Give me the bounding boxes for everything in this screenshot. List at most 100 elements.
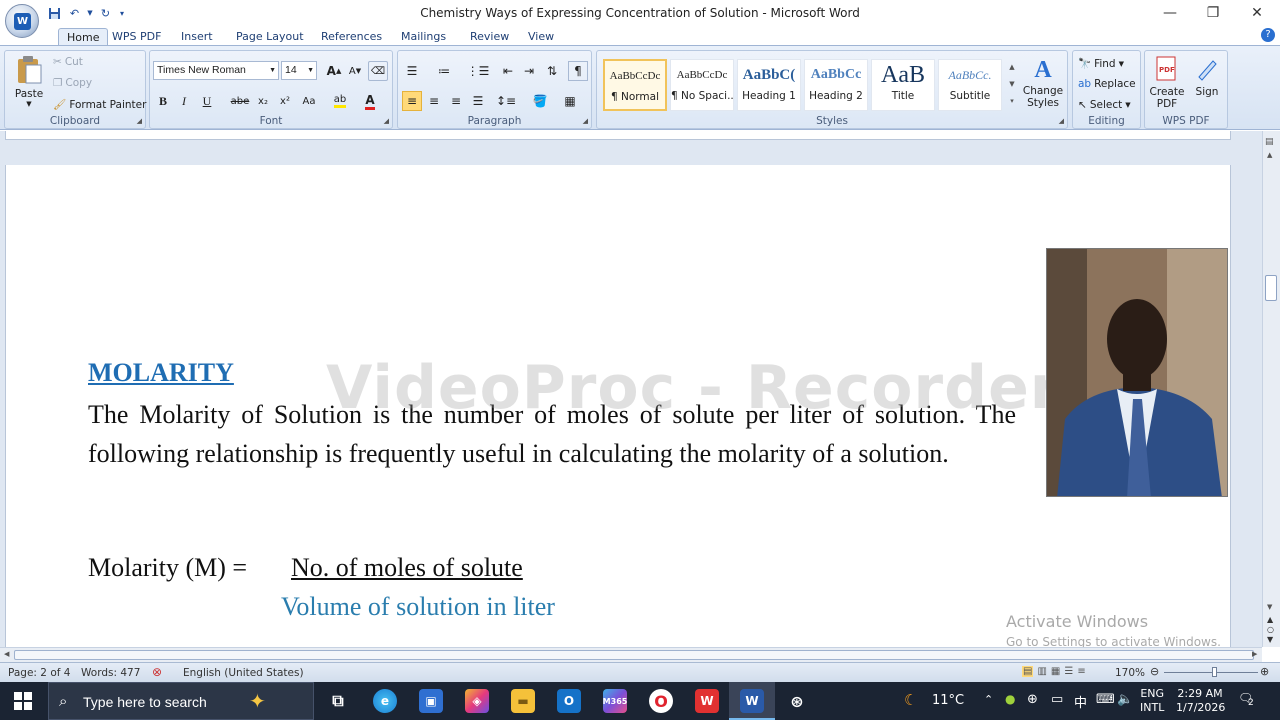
- show-marks-button[interactable]: ¶: [568, 61, 588, 81]
- language-switcher[interactable]: ENG INTL: [1140, 687, 1164, 715]
- scroll-up-icon[interactable]: ▲: [1267, 151, 1272, 159]
- paragraph-launcher-icon[interactable]: ◢: [583, 117, 588, 125]
- task-view-icon[interactable]: ⧉: [326, 689, 350, 713]
- justify-button[interactable]: ☰: [468, 91, 488, 111]
- create-pdf-button[interactable]: PDF Create PDF: [1149, 55, 1185, 110]
- bullets-button[interactable]: ☰: [402, 61, 422, 81]
- document-page[interactable]: MOLARITY The Molarity of Solution is the…: [5, 165, 1231, 649]
- clear-format-button[interactable]: ⌫: [368, 61, 388, 81]
- print-layout-view-icon[interactable]: ▤: [1022, 666, 1034, 677]
- language-indicator[interactable]: English (United States): [183, 667, 304, 679]
- style-title[interactable]: AaB Title: [871, 59, 935, 111]
- style-subtitle[interactable]: AaBbCc. Subtitle: [938, 59, 1002, 111]
- scroll-right-icon[interactable]: ▶: [1252, 650, 1257, 658]
- proofing-error-icon[interactable]: ⊗: [152, 665, 162, 679]
- outline-view-icon[interactable]: ☰: [1064, 666, 1073, 677]
- sort-button[interactable]: ⇅: [542, 61, 562, 81]
- subscript-button[interactable]: x₂: [253, 91, 273, 111]
- strikethrough-button[interactable]: abe: [230, 91, 250, 111]
- align-left-button[interactable]: ≡: [402, 91, 422, 111]
- vertical-scrollbar[interactable]: ▤ ▲ ▼ ▲ ○ ▼: [1262, 131, 1280, 647]
- shrink-font-button[interactable]: A ▼: [345, 61, 365, 81]
- select-button[interactable]: ↖ Select ▼: [1078, 99, 1131, 111]
- zoom-slider-track[interactable]: [1164, 672, 1258, 673]
- zoom-slider-thumb[interactable]: [1212, 667, 1217, 677]
- scroll-down-icon[interactable]: ▼: [1267, 603, 1272, 611]
- highlight-button[interactable]: ab: [330, 91, 350, 111]
- start-button[interactable]: [14, 692, 32, 713]
- network-icon[interactable]: ⊕: [1027, 692, 1038, 707]
- find-button[interactable]: 🔭 Find ▼: [1078, 57, 1124, 71]
- outlook-icon[interactable]: O: [557, 689, 581, 713]
- file-explorer-icon[interactable]: ▬: [511, 689, 535, 713]
- ime-icon[interactable]: 中: [1074, 692, 1087, 711]
- zoom-out-icon[interactable]: ⊖: [1150, 665, 1159, 678]
- weather-temperature[interactable]: 11°C: [932, 693, 964, 708]
- battery-icon[interactable]: ▭: [1051, 692, 1063, 707]
- close-button[interactable]: ✕: [1235, 0, 1279, 26]
- vertical-scroll-thumb[interactable]: [1265, 275, 1277, 301]
- bold-button[interactable]: B: [153, 91, 173, 111]
- opera-icon[interactable]: O: [649, 689, 673, 713]
- font-name-combo[interactable]: Times New Roman ▼: [153, 61, 279, 80]
- draft-view-icon[interactable]: ≡: [1077, 666, 1085, 677]
- taskbar-search-box[interactable]: ⌕ Type here to search ✦: [48, 682, 314, 720]
- web-layout-icon[interactable]: ▦: [1051, 666, 1060, 677]
- change-case-button[interactable]: Aa: [299, 91, 319, 111]
- m365-icon[interactable]: M365: [603, 689, 627, 713]
- videoproc-icon[interactable]: ⊛: [785, 689, 809, 713]
- style-no-spacing[interactable]: AaBbCcDc ¶ No Spaci...: [670, 59, 734, 111]
- paste-button[interactable]: Paste ▼: [11, 55, 47, 111]
- zoom-level[interactable]: 170%: [1115, 667, 1145, 679]
- font-size-combo[interactable]: 14 ▼: [281, 61, 317, 80]
- superscript-button[interactable]: x²: [275, 91, 295, 111]
- wps-office-icon[interactable]: W: [695, 689, 719, 713]
- style-heading-1[interactable]: AaBbC( Heading 1: [737, 59, 801, 111]
- grow-font-button[interactable]: A ▲: [324, 61, 344, 81]
- increase-indent-button[interactable]: ⇥: [519, 61, 539, 81]
- copy-button[interactable]: ❐ Copy: [53, 77, 92, 89]
- ruler-toggle-icon[interactable]: ▤: [1265, 137, 1274, 147]
- multilevel-list-button[interactable]: ⋮☰: [467, 61, 490, 81]
- store-icon[interactable]: ▣: [419, 689, 443, 713]
- line-spacing-button[interactable]: ↕≡: [496, 91, 516, 111]
- weather-icon[interactable]: ☾: [904, 691, 917, 709]
- styles-scroll[interactable]: ▲ ▼ ▾: [1006, 59, 1018, 111]
- clipboard-launcher-icon[interactable]: ◢: [137, 117, 142, 125]
- page-indicator[interactable]: Page: 2 of 4: [8, 667, 70, 679]
- restore-button[interactable]: ❐: [1191, 0, 1235, 26]
- scroll-left-icon[interactable]: ◀: [4, 650, 9, 658]
- horizontal-scrollbar[interactable]: ◀ ▶: [0, 647, 1262, 662]
- previous-page-icon[interactable]: ▲: [1267, 615, 1273, 624]
- style-heading-2[interactable]: AaBbCc Heading 2: [804, 59, 868, 111]
- copilot-icon[interactable]: ◈: [465, 689, 489, 713]
- format-painter-button[interactable]: 🖌 Format Painter: [53, 98, 146, 112]
- clock[interactable]: 2:29 AM 1/7/2026: [1176, 687, 1225, 715]
- font-color-button[interactable]: A: [360, 91, 380, 111]
- next-page-icon[interactable]: ▼: [1267, 635, 1273, 644]
- cut-button[interactable]: ✂ Cut: [53, 56, 83, 68]
- browse-object-icon[interactable]: ○: [1267, 625, 1274, 634]
- tray-app-icon[interactable]: ●: [1005, 692, 1015, 706]
- document-area[interactable]: MOLARITY The Molarity of Solution is the…: [0, 131, 1262, 649]
- sign-button[interactable]: Sign: [1189, 55, 1225, 98]
- italic-button[interactable]: I: [174, 91, 194, 111]
- zoom-in-icon[interactable]: ⊕: [1260, 665, 1269, 678]
- style-normal[interactable]: AaBbCcDc ¶ Normal: [603, 59, 667, 111]
- minimize-button[interactable]: —: [1148, 0, 1192, 26]
- styles-launcher-icon[interactable]: ◢: [1059, 117, 1064, 125]
- volume-icon[interactable]: 🔈: [1117, 692, 1133, 707]
- font-launcher-icon[interactable]: ◢: [384, 117, 389, 125]
- align-right-button[interactable]: ≡: [446, 91, 466, 111]
- horizontal-scroll-thumb[interactable]: [14, 650, 1254, 660]
- edge-icon[interactable]: e: [373, 689, 397, 713]
- numbering-button[interactable]: ≔: [434, 61, 454, 81]
- office-button[interactable]: W: [5, 4, 39, 38]
- change-styles-button[interactable]: A Change Styles: [1021, 55, 1065, 115]
- underline-button[interactable]: U: [197, 91, 217, 111]
- shading-button[interactable]: 🪣: [530, 91, 550, 111]
- borders-button[interactable]: ▦: [560, 91, 580, 111]
- word-count[interactable]: Words: 477: [81, 667, 140, 679]
- replace-button[interactable]: ab Replace: [1078, 78, 1136, 90]
- show-hidden-icons-icon[interactable]: ⌃: [984, 693, 993, 706]
